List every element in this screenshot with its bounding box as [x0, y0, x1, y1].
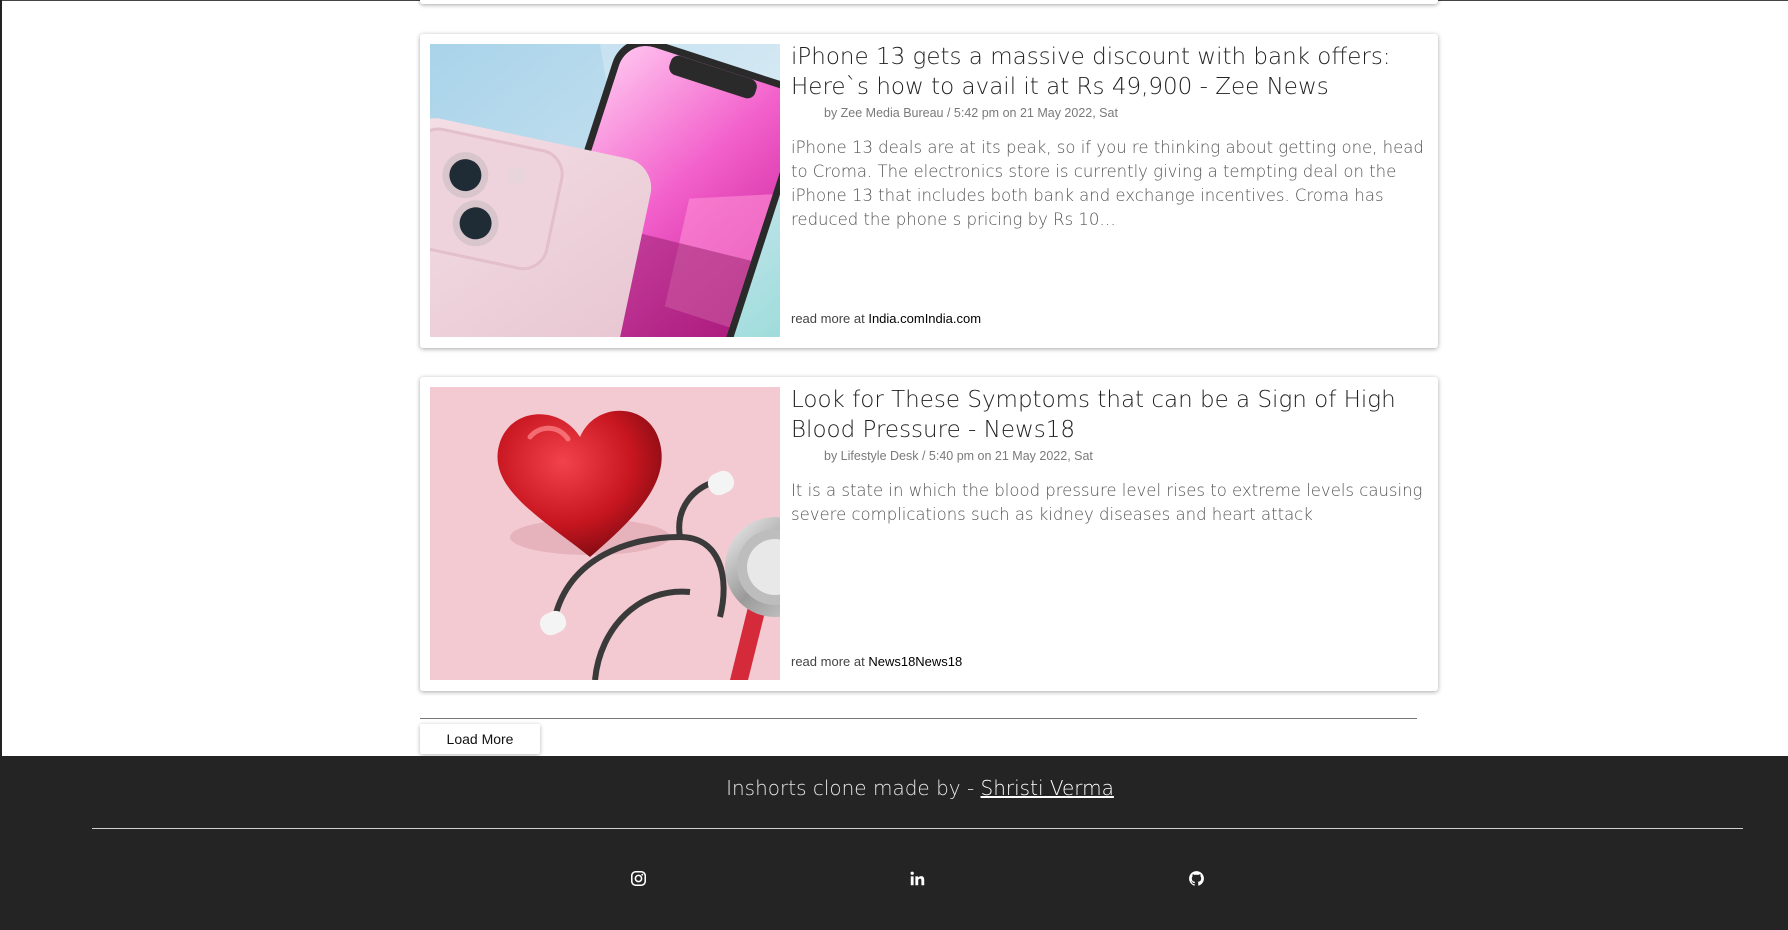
- read-more-label: read more at: [791, 311, 869, 326]
- github-icon: [1188, 870, 1204, 886]
- footer-divider: [92, 828, 1743, 829]
- previous-news-card: [420, 0, 1438, 4]
- news-card-title[interactable]: iPhone 13 gets a massive discount with b…: [791, 42, 1429, 102]
- read-more: read more at News18News18: [791, 654, 962, 669]
- linkedin-link[interactable]: [907, 868, 927, 888]
- footer: Inshorts clone made by - Shristi Verma: [0, 756, 1788, 930]
- heart-stethoscope-image: [430, 387, 780, 680]
- linkedin-icon: [910, 871, 924, 885]
- instagram-icon: [630, 870, 646, 886]
- page-left-border: [0, 0, 2, 756]
- news-card-meta: by Zee Media Bureau / 5:42 pm on 21 May …: [824, 106, 1118, 120]
- news-card: iPhone 13 gets a massive discount with b…: [420, 34, 1438, 348]
- news-card-image-heart[interactable]: [430, 387, 780, 680]
- read-more: read more at India.comIndia.com: [791, 311, 981, 326]
- news-card-description: It is a state in which the blood pressur…: [791, 481, 1423, 524]
- footer-credit: Inshorts clone made by - Shristi Verma: [0, 776, 1788, 800]
- news-card-body: iPhone 13 gets a massive discount with b…: [791, 42, 1429, 340]
- read-more-label: read more at: [791, 654, 869, 669]
- news-card: Look for These Symptoms that can be a Si…: [420, 377, 1438, 691]
- news-card-description: iPhone 13 deals are at its peak, so if y…: [791, 138, 1424, 229]
- read-more-source-link[interactable]: India.comIndia.com: [868, 311, 981, 326]
- news-card-body: Look for These Symptoms that can be a Si…: [791, 385, 1429, 683]
- news-card-title[interactable]: Look for These Symptoms that can be a Si…: [791, 385, 1429, 445]
- footer-credit-text: Inshorts clone made by -: [726, 776, 981, 800]
- read-more-source-link[interactable]: News18News18: [868, 654, 962, 669]
- iphone-13-image: [430, 44, 780, 337]
- news-card-image-iphone[interactable]: [430, 44, 780, 337]
- load-more-button[interactable]: Load More: [420, 724, 540, 754]
- news-card-meta: by Lifestyle Desk / 5:40 pm on 21 May 20…: [824, 449, 1093, 463]
- feed-divider: [420, 718, 1417, 719]
- github-link[interactable]: [1186, 868, 1206, 888]
- author-link[interactable]: Shristi Verma: [981, 776, 1114, 800]
- instagram-link[interactable]: [628, 868, 648, 888]
